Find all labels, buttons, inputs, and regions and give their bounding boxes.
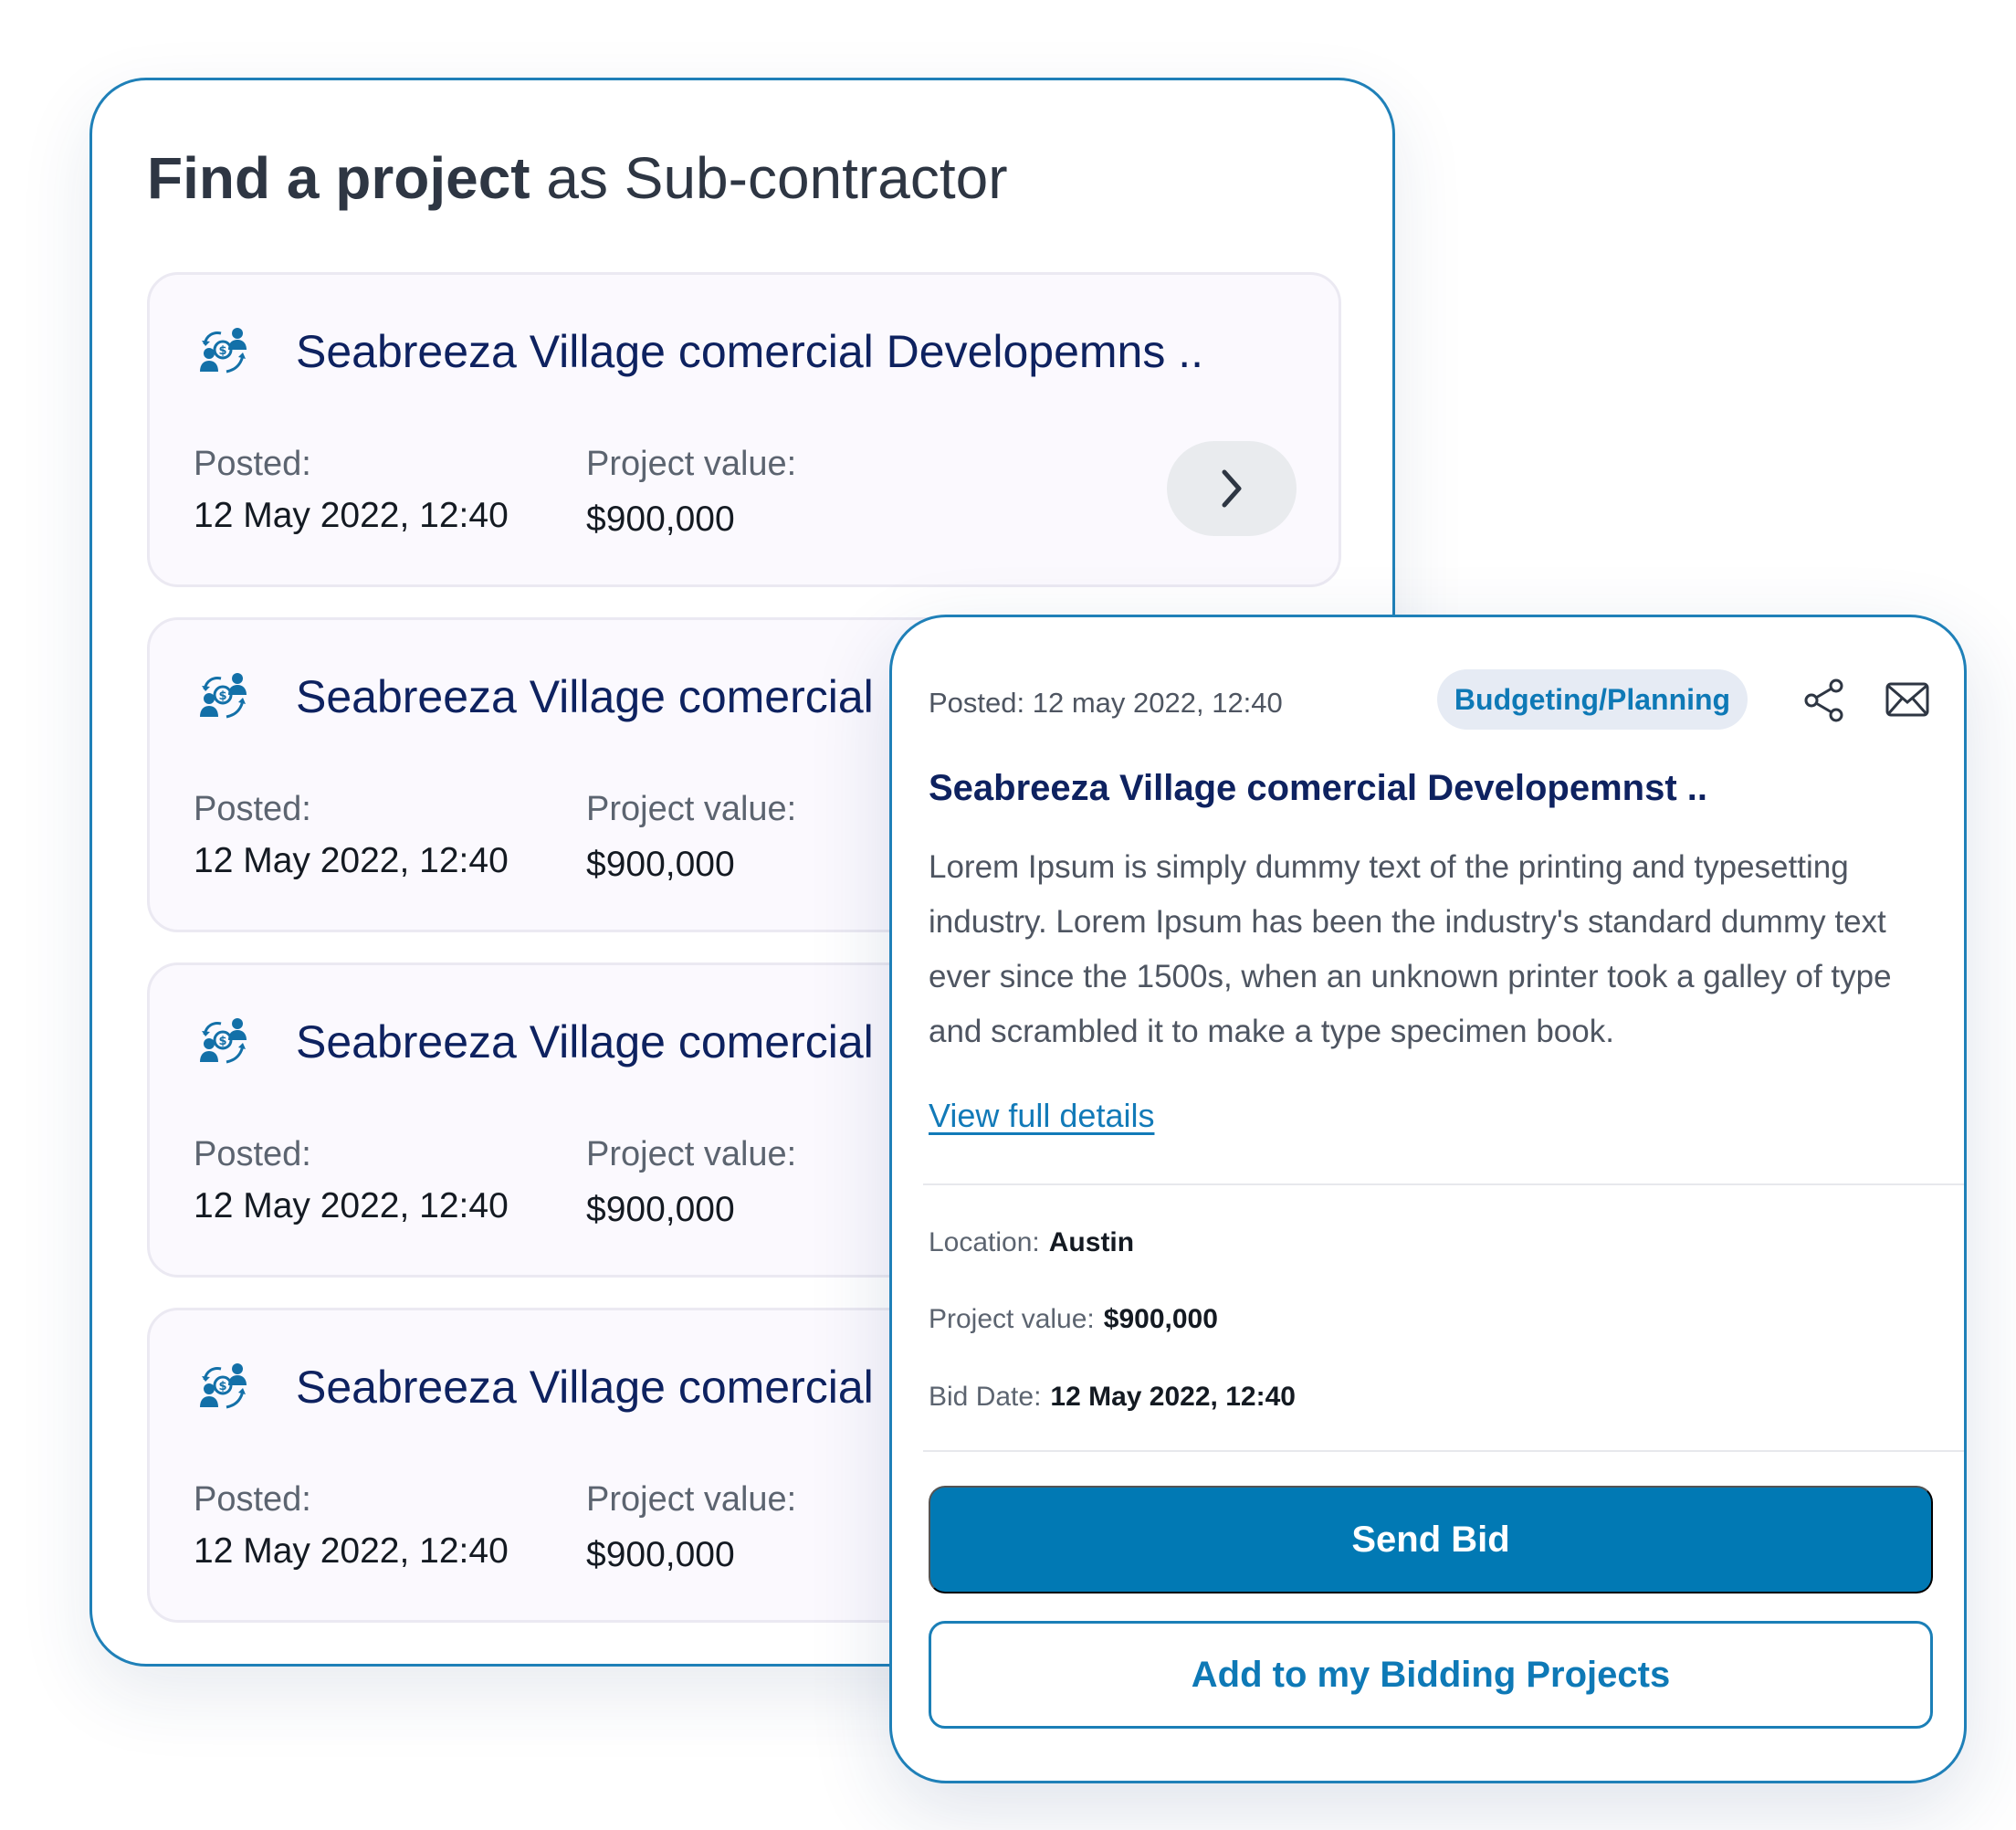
- posted-value: 12 May 2022, 12:40: [194, 496, 509, 535]
- project-value: $900,000: [586, 845, 735, 884]
- page-title-bold: Find a project: [147, 145, 530, 211]
- project-value-label: Project value:: [586, 1135, 797, 1173]
- project-value-row: Project value: $900,000: [929, 1304, 1218, 1335]
- page-title-rest: as Sub-contractor: [530, 145, 1008, 211]
- project-value: $900,000: [1103, 1304, 1218, 1334]
- project-card-title: Seabreeza Village comercial Developemns …: [296, 326, 1204, 377]
- contractor-money-icon: [197, 1016, 252, 1071]
- posted-label: Posted:: [194, 1135, 311, 1173]
- page-title: Find a project as Sub-contractor: [147, 144, 1008, 212]
- divider: [923, 1183, 1964, 1185]
- project-value: $900,000: [586, 1535, 735, 1574]
- project-description: Lorem Ipsum is simply dummy text of the …: [929, 849, 1892, 1049]
- project-detail-panel: Posted: 12 may 2022, 12:40 Budgeting/Pla…: [889, 615, 1967, 1783]
- project-value: $900,000: [586, 500, 735, 539]
- project-value-label: Project value:: [586, 790, 797, 828]
- bid-date-row: Bid Date: 12 May 2022, 12:40: [929, 1382, 1296, 1413]
- contractor-money-icon: [197, 1362, 252, 1416]
- divider: [923, 1450, 1964, 1452]
- project-value: $900,000: [586, 1190, 735, 1229]
- bid-date-label: Bid Date:: [929, 1382, 1042, 1412]
- project-card[interactable]: Seabreeza Village comercial Developemns …: [147, 272, 1341, 587]
- posted-label: Posted:: [194, 790, 311, 828]
- posted-value: 12 May 2022, 12:40: [194, 1186, 509, 1225]
- add-to-bidding-projects-button[interactable]: Add to my Bidding Projects: [929, 1621, 1933, 1729]
- project-value-label: Project value:: [929, 1304, 1095, 1334]
- location-value: Austin: [1048, 1227, 1135, 1257]
- chevron-right-icon: [1222, 469, 1242, 508]
- project-value-label: Project value:: [586, 445, 797, 483]
- share-icon[interactable]: [1802, 678, 1846, 723]
- posted-label: Posted:: [194, 1480, 311, 1519]
- open-project-button[interactable]: [1167, 441, 1297, 536]
- project-title: Seabreeza Village comercial Developemnst…: [929, 768, 1708, 808]
- mail-icon[interactable]: [1885, 682, 1929, 717]
- posted-value: 12 May 2022, 12:40: [194, 1531, 509, 1571]
- contractor-money-icon: [197, 671, 252, 726]
- posted-value: 12 May 2022, 12:40: [194, 841, 509, 880]
- bid-date-value: 12 May 2022, 12:40: [1050, 1382, 1296, 1412]
- app-canvas: Find a project as Sub-contractor Seabree…: [0, 0, 2016, 1830]
- project-value-label: Project value:: [586, 1480, 797, 1519]
- location-label: Location:: [929, 1227, 1040, 1257]
- contractor-money-icon: [197, 326, 252, 381]
- location-row: Location: Austin: [929, 1227, 1134, 1258]
- send-bid-button[interactable]: Send Bid: [929, 1486, 1933, 1593]
- posted-date: Posted: 12 may 2022, 12:40: [929, 687, 1283, 719]
- view-full-details-link[interactable]: View full details: [929, 1097, 1154, 1135]
- status-badge: Budgeting/Planning: [1437, 669, 1748, 730]
- posted-label: Posted:: [194, 445, 311, 483]
